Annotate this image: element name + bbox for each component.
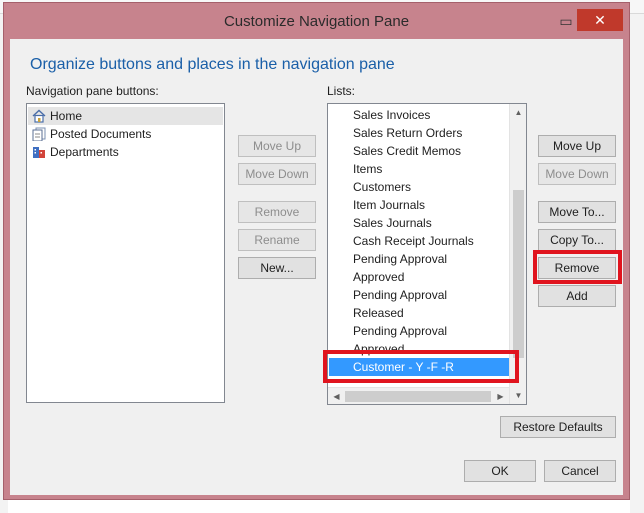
- scroll-right-arrow-icon[interactable]: ▶: [492, 388, 509, 404]
- dialog-titlebar[interactable]: Customize Navigation Pane ▭ ✕: [4, 3, 629, 39]
- departments-icon: [33, 147, 45, 158]
- highlight-box-remove-button: [533, 250, 622, 284]
- list-move-up-button[interactable]: Move Up: [538, 135, 616, 157]
- close-button[interactable]: ✕: [577, 9, 623, 31]
- scroll-up-arrow-icon[interactable]: ▲: [510, 104, 526, 121]
- list-item[interactable]: Item Journals: [329, 196, 509, 214]
- dialog-title: Customize Navigation Pane: [223, 13, 410, 30]
- list-item-label: Sales Invoices: [353, 108, 431, 122]
- list-item[interactable]: Customers: [329, 178, 509, 196]
- list-item[interactable]: Sales Return Orders: [329, 124, 509, 142]
- list-item[interactable]: Pending Approval: [329, 250, 509, 268]
- list-item[interactable]: Pending Approval: [329, 322, 509, 340]
- list-item-label: Items: [353, 162, 383, 176]
- cancel-button[interactable]: Cancel: [544, 460, 616, 482]
- list-item[interactable]: Cash Receipt Journals: [329, 232, 509, 250]
- list-add-button[interactable]: Add: [538, 285, 616, 307]
- list-copy-to-button[interactable]: Copy To...: [538, 229, 616, 251]
- restore-icon[interactable]: ▭: [553, 11, 579, 31]
- lists-horizontal-scroll-thumb[interactable]: [345, 391, 491, 402]
- posted-documents-icon: [32, 127, 46, 141]
- nav-item-home[interactable]: Home: [28, 107, 223, 125]
- dialog-heading: Organize buttons and places in the navig…: [30, 56, 395, 73]
- nav-move-down-button[interactable]: Move Down: [238, 163, 316, 185]
- lists-horizontal-scrollbar[interactable]: ◀ ▶: [328, 387, 509, 404]
- list-item-label: Customers: [353, 180, 412, 194]
- dialog-client-area: Organize buttons and places in the navig…: [10, 39, 623, 495]
- list-item-label: Approved: [353, 270, 405, 284]
- list-item[interactable]: Pending Approval: [329, 286, 509, 304]
- nav-item-label: Home: [50, 109, 83, 123]
- nav-item-departments[interactable]: Departments: [28, 143, 223, 161]
- list-item[interactable]: Items: [329, 160, 509, 178]
- scroll-down-arrow-icon[interactable]: ▼: [510, 387, 526, 404]
- nav-pane-buttons-list[interactable]: Home Posted Documents Departments: [26, 103, 225, 403]
- list-item-label: Item Journals: [353, 198, 426, 212]
- list-item-label: Pending Approval: [353, 288, 448, 302]
- nav-item-posted-documents[interactable]: Posted Documents: [28, 125, 223, 143]
- home-icon: [32, 109, 46, 123]
- scroll-left-arrow-icon[interactable]: ◀: [328, 388, 345, 404]
- list-item[interactable]: Sales Credit Memos: [329, 142, 509, 160]
- list-item[interactable]: Sales Invoices: [329, 106, 509, 124]
- customize-navigation-pane-dialog: Customize Navigation Pane ▭ ✕ Organize b…: [3, 2, 630, 500]
- nav-item-label: Posted Documents: [50, 127, 152, 141]
- list-move-down-button[interactable]: Move Down: [538, 163, 616, 185]
- list-item[interactable]: Approved: [329, 268, 509, 286]
- list-item-label: Cash Receipt Journals: [353, 234, 474, 248]
- background-right-strip: [630, 14, 644, 513]
- list-move-to-button[interactable]: Move To...: [538, 201, 616, 223]
- lists-vertical-scroll-thumb[interactable]: [513, 190, 524, 358]
- list-item-label: Pending Approval: [353, 324, 448, 338]
- list-item[interactable]: Sales Journals: [329, 214, 509, 232]
- lists-label: Lists:: [327, 84, 356, 98]
- nav-remove-button[interactable]: Remove: [238, 201, 316, 223]
- restore-defaults-button[interactable]: Restore Defaults: [500, 416, 616, 438]
- list-item-label: Pending Approval: [353, 252, 448, 266]
- list-item-label: Sales Journals: [353, 216, 432, 230]
- highlight-box-selected-list: [323, 350, 519, 383]
- list-item-label: Released: [353, 306, 404, 320]
- nav-rename-button[interactable]: Rename: [238, 229, 316, 251]
- nav-item-label: Departments: [50, 145, 119, 159]
- list-item[interactable]: Released: [329, 304, 509, 322]
- list-item-label: Sales Credit Memos: [353, 144, 462, 158]
- nav-pane-buttons-label: Navigation pane buttons:: [26, 84, 159, 98]
- nav-move-up-button[interactable]: Move Up: [238, 135, 316, 157]
- ok-button[interactable]: OK: [464, 460, 536, 482]
- nav-new-button[interactable]: New...: [238, 257, 316, 279]
- list-item-label: Sales Return Orders: [353, 126, 463, 140]
